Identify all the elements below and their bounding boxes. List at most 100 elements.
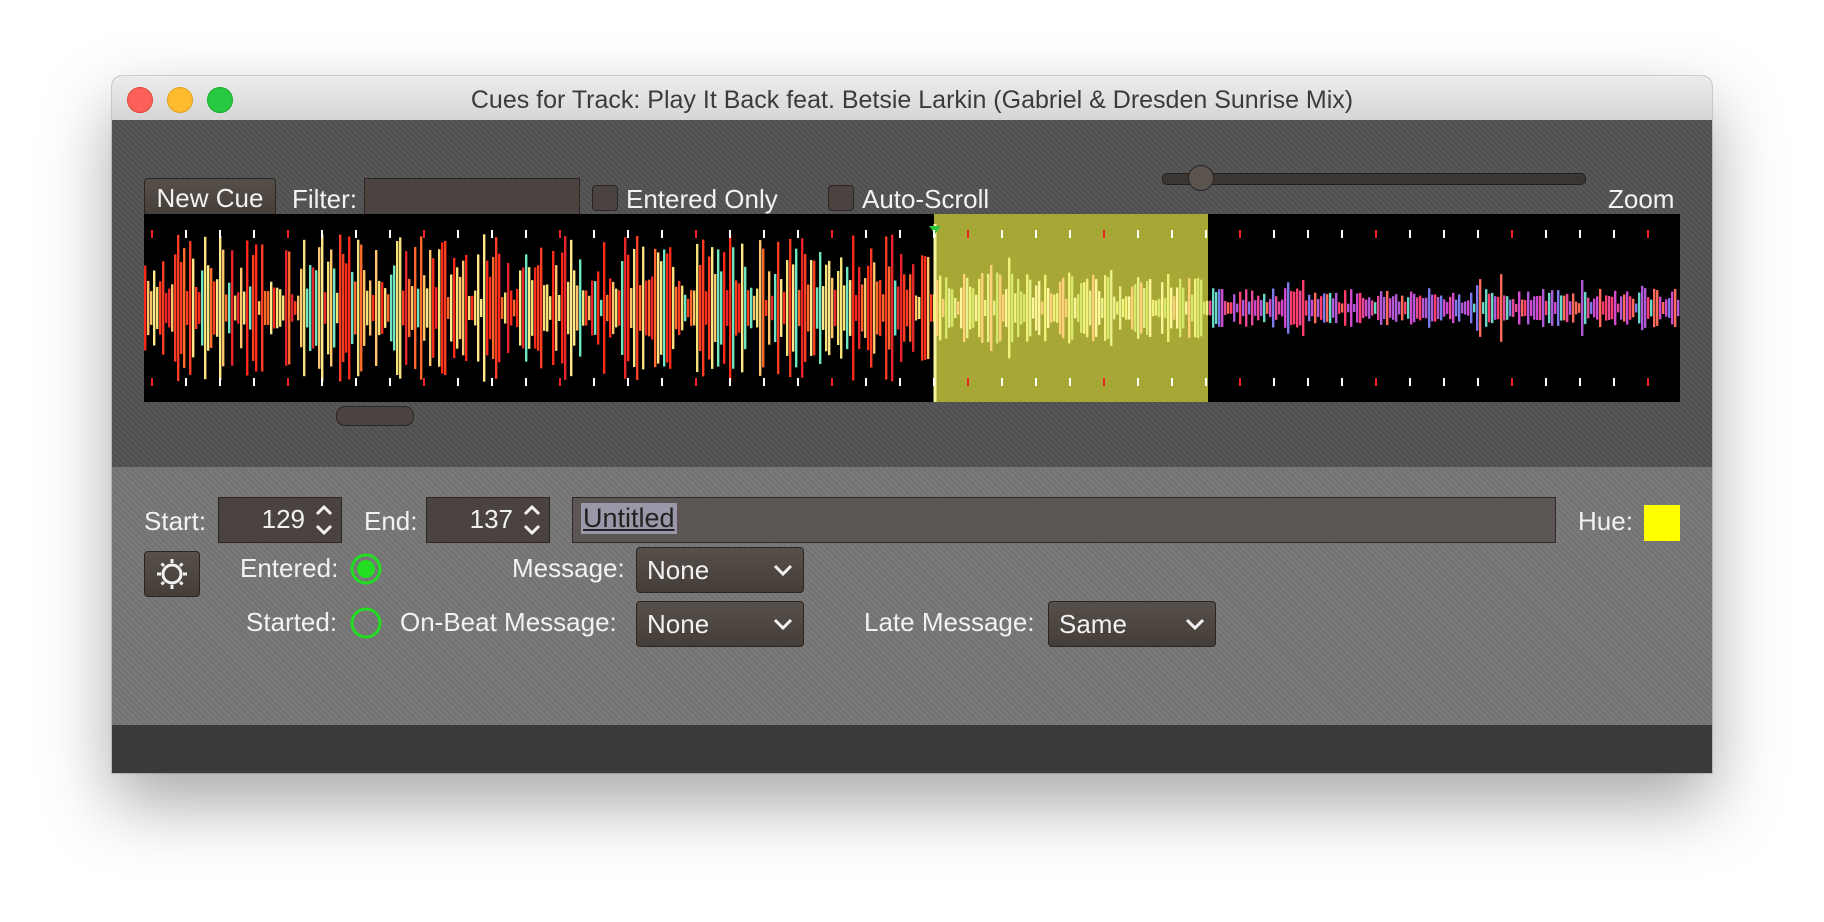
waveform-bar [876,281,879,335]
waveform-bar [306,288,309,328]
auto-scroll-checkbox[interactable] [828,185,854,211]
waveform-bar [1308,294,1311,322]
waveform-bar [1488,293,1491,323]
waveform-bar [789,238,792,378]
waveform-bar [639,285,642,331]
waveform-bar [753,295,756,321]
waveform-bar [1317,299,1320,317]
waveform-bar [1140,282,1143,334]
waveform-bar [1497,296,1500,320]
waveform-bar [225,294,228,322]
waveform-bar [999,274,1002,342]
cue-settings-button[interactable] [144,551,200,597]
late-message-dropdown[interactable]: Same [1048,601,1216,647]
waveform-bar [807,284,810,332]
start-spinner[interactable]: 129 [218,497,342,543]
waveform-bar [852,235,855,381]
waveform-bar [297,295,300,321]
waveform-bar [1647,297,1650,319]
waveform-bar [549,296,552,320]
waveform-scrollbar-thumb[interactable] [336,406,414,426]
waveform-bar [1212,288,1215,328]
waveform-bar [621,261,624,355]
waveform-bar [1197,277,1200,339]
waveform-bar [1620,296,1623,320]
waveform-bar [1275,296,1278,320]
waveform-bar [1227,302,1230,314]
waveform-bar [582,290,585,326]
waveform-bar [1230,302,1233,314]
waveform-bar [1416,297,1419,319]
waveform-bar [378,280,381,336]
waveform-bar [153,270,156,346]
waveform-bar [357,239,360,377]
waveform-bar [558,294,561,322]
end-spinner[interactable]: 137 [426,497,550,543]
waveform-bar [366,290,369,326]
spinner-arrows-icon[interactable] [521,499,543,541]
hue-color-swatch[interactable] [1644,505,1680,541]
on-beat-message-dropdown[interactable]: None [636,601,804,647]
waveform-bar [1233,294,1236,322]
waveform-bar [966,277,969,339]
waveform-bar [1095,279,1098,337]
waveform-bar [1344,290,1347,326]
waveform-bar [1122,298,1125,318]
waveform-bar [429,249,432,367]
waveform-bar [564,236,567,380]
waveform-bar [687,298,690,318]
waveform-bar [1170,287,1173,329]
waveform-bar [255,244,258,372]
waveform-bar [1383,296,1386,320]
waveform-bar [1410,291,1413,325]
waveform-bar [1239,291,1242,325]
waveform-bar [1593,298,1596,318]
waveform-bar [1596,296,1599,320]
waveform-bar [234,295,237,321]
waveform-bar [1008,257,1011,359]
waveform-bar [540,247,543,369]
waveform-bar [483,234,486,382]
waveform-bar [1473,303,1476,313]
waveform-bar [1143,287,1146,329]
waveform-bar [759,240,762,376]
waveform-bar [1551,290,1554,326]
waveform-bar [1020,291,1023,325]
waveform-bar [1425,297,1428,319]
waveform-view[interactable] [144,214,1680,402]
waveform-bar [1005,289,1008,327]
waveform-bar [1152,299,1155,317]
waveform-bar [624,237,627,379]
entered-only-checkbox[interactable] [592,185,618,211]
waveform-bar [672,266,675,350]
waveform-bar [1041,301,1044,315]
waveform-bar [699,264,702,352]
spinner-arrows-icon[interactable] [313,499,335,541]
waveform-bar [1029,279,1032,337]
waveform-bar [1581,280,1584,336]
waveform-bar [1407,297,1410,319]
waveform-bar [897,286,900,330]
filter-label: Filter: [292,184,357,214]
waveform-bar [1242,299,1245,317]
waveform-bar [1293,291,1296,325]
waveform-bar [912,264,915,352]
waveform-bar [1350,289,1353,327]
waveform-bar [825,264,828,352]
waveform-bar [1206,300,1209,316]
waveform-bar [1572,293,1575,323]
waveform-bar [1176,287,1179,329]
zoom-slider-knob[interactable] [1188,165,1214,191]
waveform-bar [627,254,630,362]
message-dropdown[interactable]: None [636,547,804,593]
end-label: End: [364,506,418,536]
waveform-bar [867,265,870,351]
cue-name-input[interactable]: Untitled [572,497,1556,543]
new-cue-button[interactable]: New Cue [144,178,276,218]
waveform-bar [597,271,600,345]
waveform-bars [144,234,1680,382]
waveform-bar [762,248,765,368]
gear-icon [157,559,187,589]
waveform-bar [423,275,426,341]
zoom-slider-track[interactable] [1162,173,1586,185]
